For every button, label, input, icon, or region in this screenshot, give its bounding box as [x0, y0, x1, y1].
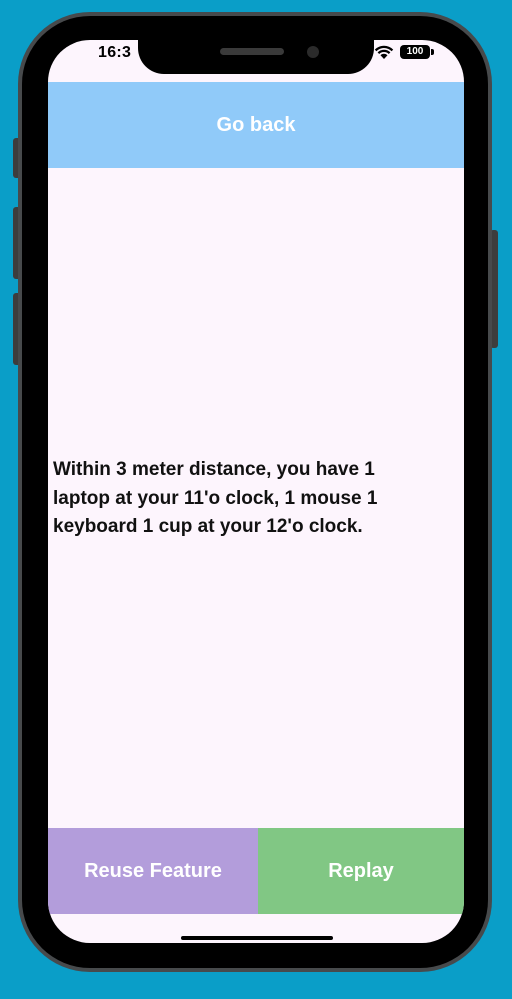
status-time: 16:3	[98, 44, 132, 61]
notch	[138, 16, 374, 74]
action-bar: Reuse Feature Replay	[48, 828, 464, 914]
front-camera	[307, 46, 319, 58]
speaker-grille	[220, 48, 284, 55]
scene-description-text: Within 3 meter distance, you have 1 lapt…	[53, 459, 378, 537]
app-screen: 16:3 100 Go back Within 3 meter distance…	[48, 40, 464, 943]
go-back-button[interactable]: Go back	[48, 82, 464, 168]
battery-icon: 100	[400, 45, 430, 59]
device-stage: 16:3 100 Go back Within 3 meter distance…	[0, 0, 512, 999]
battery-cap	[431, 49, 434, 55]
reuse-feature-button[interactable]: Reuse Feature	[48, 828, 258, 914]
home-indicator[interactable]	[181, 936, 333, 940]
wifi-icon	[374, 45, 394, 59]
replay-button[interactable]: Replay	[258, 828, 464, 914]
